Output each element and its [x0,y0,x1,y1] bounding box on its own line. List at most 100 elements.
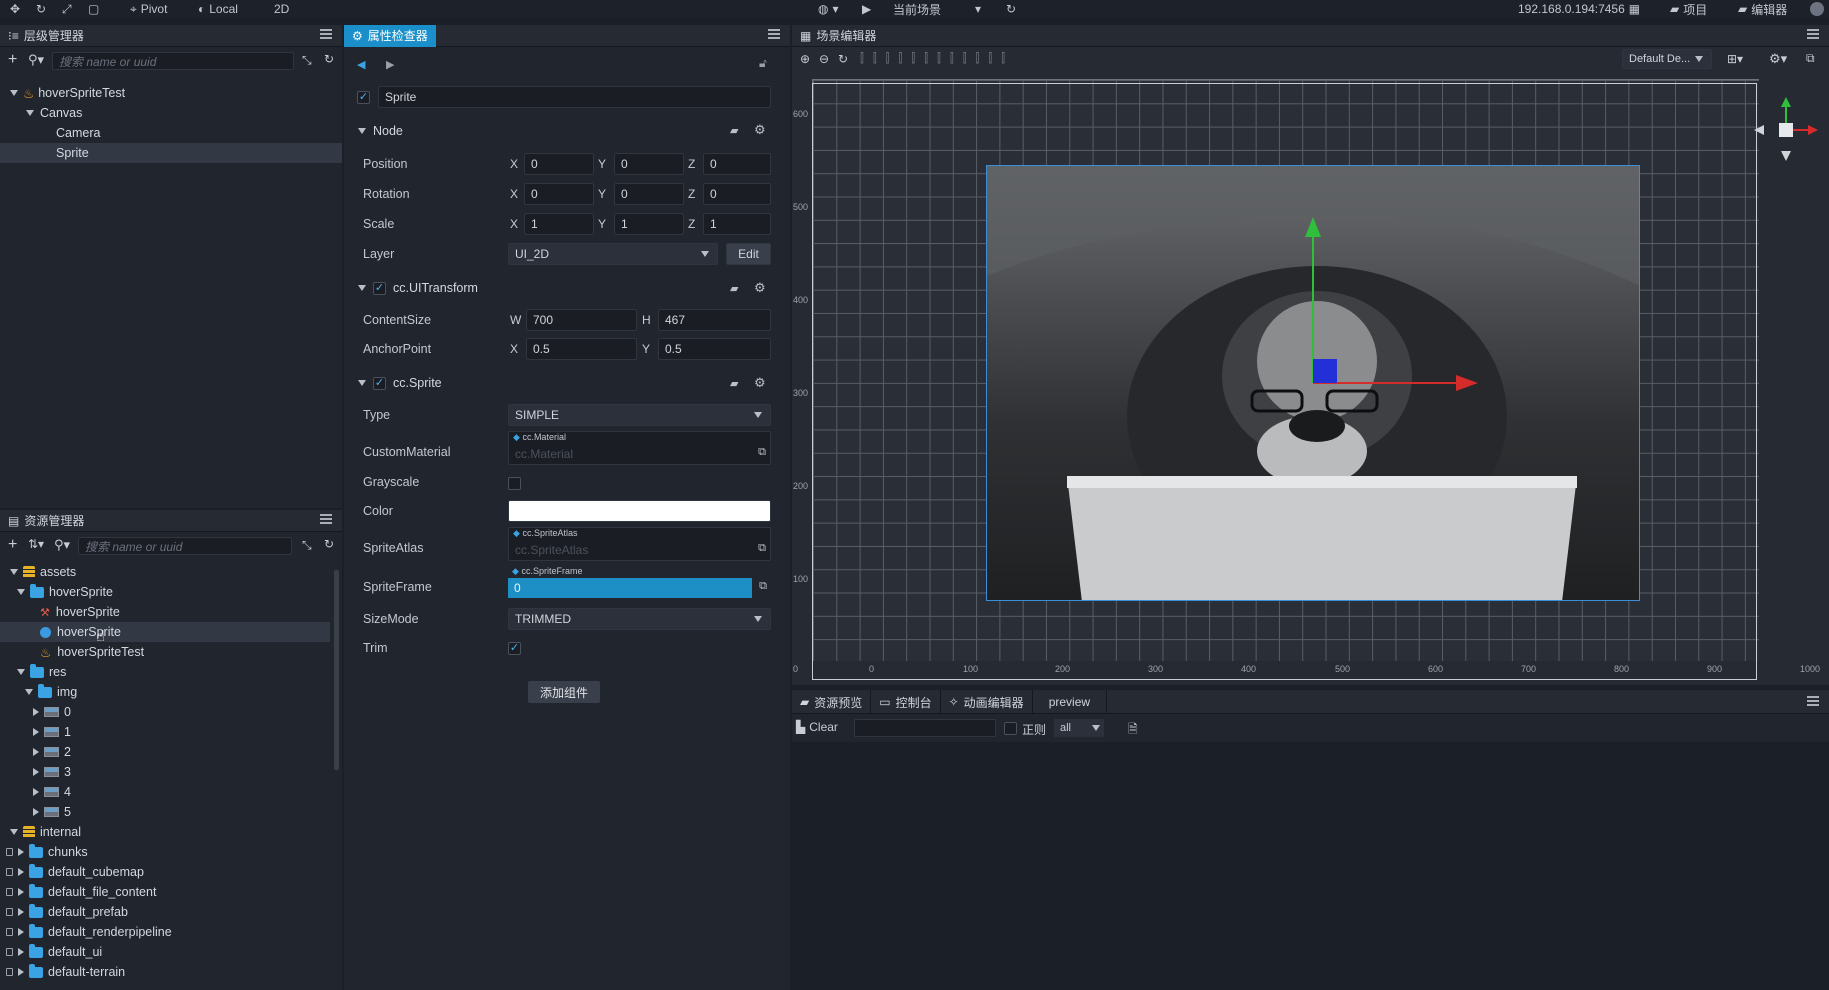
trim-checkbox[interactable]: ✓ [508,642,521,655]
position-x-input[interactable]: 0 [524,153,594,175]
clear-button[interactable]: ▙ Clear [796,720,838,734]
ip-address[interactable]: 192.168.0.194:7456 ▦ [1518,1,1640,17]
node-name-input[interactable]: Sprite [378,86,771,108]
tree-item-img-4[interactable]: 4 [33,782,71,802]
search-icon[interactable]: ⚲▾ [54,537,70,553]
content-width-input[interactable]: 700 [526,309,637,331]
assets-menu-icon[interactable] [320,514,332,526]
transform-gizmo[interactable] [1300,215,1480,395]
tree-node-canvas[interactable]: Canvas [26,103,82,123]
tree-node-sprite[interactable]: Sprite [0,143,342,163]
fullscreen-icon[interactable]: ⧉ [1806,51,1815,66]
forward-arrow-icon[interactable]: ▶ [386,58,394,71]
node-active-checkbox[interactable]: ✓ [357,91,370,104]
collapse-icon[interactable]: ⤡ [302,538,312,553]
tree-item-img-1[interactable]: 1 [33,722,71,742]
collapse-icon[interactable]: ⤡ [302,53,312,68]
regex-checkbox[interactable] [1004,722,1017,735]
tree-item-img-3[interactable]: 3 [33,762,71,782]
tree-item-hoverspritetest[interactable]: ♨ hoverSpriteTest [40,642,144,662]
position-z-input[interactable]: 0 [703,153,771,175]
browse-icon[interactable]: ⧉ [758,446,766,459]
assets-scrollbar[interactable] [334,570,339,770]
platform-select[interactable]: ◍ ▾ [818,1,839,17]
inspector-menu-icon[interactable] [768,29,780,41]
avatar[interactable] [1810,1,1824,17]
add-node-icon[interactable]: + [8,51,17,69]
align-tools-icon[interactable]: ⫿⫿⫿⫿⫿⫿⫿⫿⫿⫿⫿⫿ [860,51,1014,66]
scene-select[interactable]: 当前场景 ▾ [893,1,981,17]
tree-item-internal[interactable]: internal [10,822,81,842]
mode-2d-toggle[interactable]: 2D [274,1,289,17]
tab-inspector[interactable]: ⚙ 属性检查器 [344,24,436,47]
tree-item-img-0[interactable]: 0 [33,702,71,722]
tree-item-default-ui[interactable]: default_ui [6,942,102,962]
back-arrow-icon[interactable]: ◀ [357,58,365,71]
console-menu-icon[interactable] [1807,696,1819,708]
tab-scene[interactable]: ▦ 场景编辑器 [792,25,884,47]
custom-material-field[interactable]: ◆ cc.Material cc.Material ⧉ [508,431,771,465]
play-button[interactable]: ▶ [862,1,871,17]
tree-item-default-terrain[interactable]: default-terrain [6,962,125,982]
tree-item-default-cubemap[interactable]: default_cubemap [6,862,144,882]
tab-preview[interactable]: preview [1033,690,1108,714]
pivot-toggle[interactable]: ⌖ Pivot [130,1,167,17]
size-mode-select[interactable]: TRIMMED [508,608,771,630]
sprite-frame-value[interactable]: 0 [508,578,752,598]
layer-select[interactable]: UI_2D [508,243,718,265]
tree-item-default-file-content[interactable]: default_file_content [6,882,156,902]
gear-icon[interactable]: ⚙▾ [1769,51,1787,67]
tab-assets[interactable]: ▤ 资源管理器 [0,510,92,532]
gear-icon[interactable]: ⚙ [754,375,766,391]
book-icon[interactable]: ▰ [730,124,738,137]
hierarchy-search-input[interactable]: 搜索 name or uuid [52,52,294,70]
tree-item-hoversprite-folder[interactable]: hoverSprite [17,582,113,602]
rotation-x-input[interactable]: 0 [524,183,594,205]
refresh-icon[interactable]: ↻ [324,52,334,66]
scale-x-input[interactable]: 1 [524,213,594,235]
hierarchy-menu-icon[interactable] [320,29,332,41]
log-level-select[interactable]: all [1054,719,1104,737]
type-select[interactable]: SIMPLE [508,404,771,426]
tree-item-assets[interactable]: assets [10,562,76,582]
tab-hierarchy[interactable]: ⁝≡ 层级管理器 [0,25,92,47]
tab-console[interactable]: ▭ 控制台 [871,690,941,714]
tree-item-chunks[interactable]: chunks [6,842,88,862]
tree-item-img-2[interactable]: 2 [33,742,71,762]
search-icon[interactable]: ⚲▾ [28,52,44,68]
browse-icon[interactable]: ⧉ [758,542,766,555]
tree-item-res[interactable]: res [17,662,66,682]
snap-icon[interactable]: ⊞▾ [1727,52,1743,66]
scale-tool-icon[interactable]: ⤢ [62,1,72,17]
scene-menu-icon[interactable] [1807,29,1819,41]
tree-item-default-prefab[interactable]: default_prefab [6,902,128,922]
color-swatch[interactable] [508,500,771,522]
grayscale-checkbox[interactable] [508,477,521,490]
tree-item-hoversprite-prefab[interactable]: hoverSprite [0,622,330,642]
tree-node-scene[interactable]: ♨ hoverSpriteTest [10,83,125,103]
local-toggle[interactable]: ◐ Local [198,1,238,17]
view-orientation-icon[interactable] [1752,95,1818,165]
project-menu[interactable]: ▰ 项目 [1670,1,1707,17]
sprite-frame-field[interactable]: ◆ cc.SpriteFrame 0 ⧉ [508,566,771,600]
zoom-out-icon[interactable]: ⊖ [819,52,829,66]
tree-item-default-renderpipeline[interactable]: default_renderpipeline [6,922,172,942]
book-icon[interactable]: ▰ [730,282,738,295]
rotation-z-input[interactable]: 0 [703,183,771,205]
assets-search-input[interactable]: 搜索 name or uuid [78,537,292,555]
unlock-icon[interactable]: 🔓︎ [759,56,767,71]
scale-y-input[interactable]: 1 [614,213,684,235]
tree-item-img[interactable]: img [25,682,77,702]
rotate-tool-icon[interactable]: ↻ [36,1,46,17]
add-asset-icon[interactable]: + [8,536,17,554]
refresh-button[interactable]: ↻ [1006,1,1016,17]
sprite-atlas-field[interactable]: ◆ cc.SpriteAtlas cc.SpriteAtlas ⧉ [508,527,771,561]
node-section-header[interactable]: Node [346,118,776,144]
layer-edit-button[interactable]: Edit [726,243,771,265]
add-component-button[interactable]: 添加组件 [528,681,600,703]
sprite-enabled-checkbox[interactable]: ✓ [373,376,386,390]
position-y-input[interactable]: 0 [614,153,684,175]
content-height-input[interactable]: 467 [658,309,771,331]
uitransform-section-header[interactable]: ✓ cc.UITransform [346,275,776,301]
uitransform-enabled-checkbox[interactable]: ✓ [373,281,386,295]
